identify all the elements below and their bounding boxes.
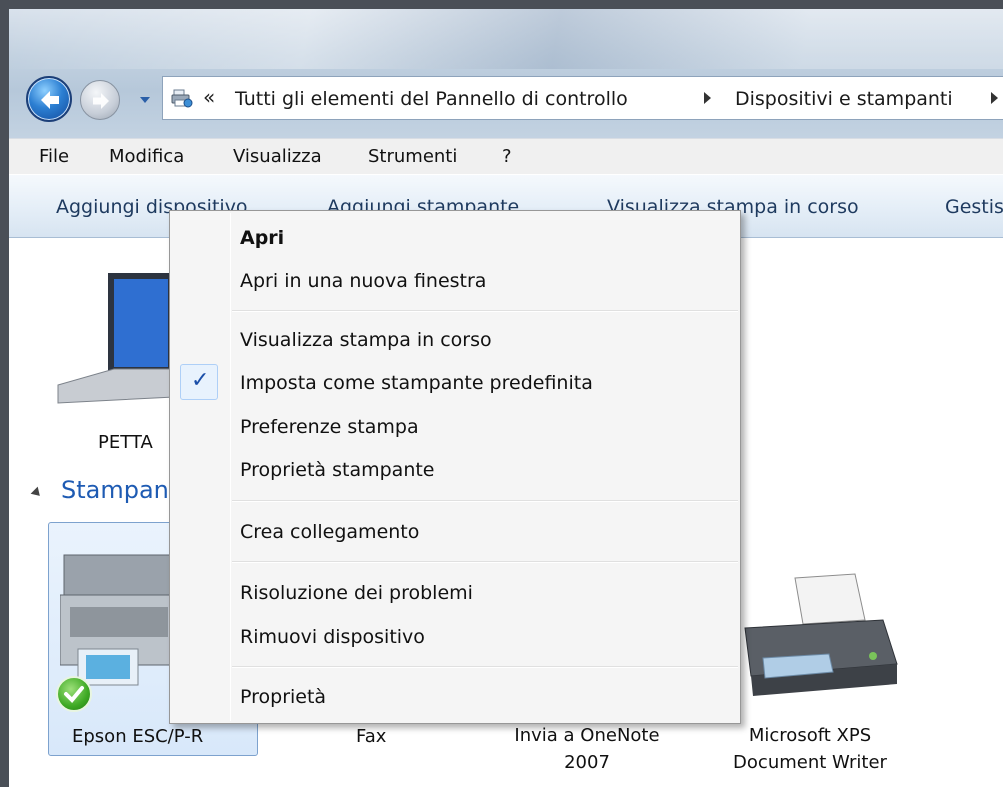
- menu-item-label: Proprietà: [240, 686, 327, 708]
- printer-label[interactable]: Microsoft XPS Document Writer: [717, 722, 903, 776]
- menu-item-label: Proprietà stampante: [240, 459, 435, 481]
- checkmark-icon: ✓: [180, 364, 218, 400]
- printers-group-title[interactable]: Stampanti: [61, 476, 185, 504]
- menu-separator: [232, 310, 738, 312]
- breadcrumb-devices-printers[interactable]: Dispositivi e stampanti: [735, 88, 953, 110]
- forward-arrow-icon: [93, 93, 109, 109]
- menu-separator: [232, 666, 738, 668]
- menu-item-label: Apri: [240, 227, 285, 249]
- menu-item-remove-device[interactable]: Rimuovi dispositivo: [172, 616, 738, 656]
- menu-item-label: Crea collegamento: [240, 521, 420, 543]
- printer-label[interactable]: Fax: [356, 726, 386, 747]
- menu-item-label: Imposta come stampante predefinita: [240, 372, 593, 394]
- default-printer-check-icon: [56, 676, 92, 712]
- control-panel-printer-icon: [171, 89, 193, 108]
- menu-strumenti[interactable]: Strumenti: [368, 146, 457, 167]
- laptop-icon[interactable]: [56, 265, 176, 405]
- forward-button[interactable]: [80, 80, 120, 120]
- breadcrumb-separator-icon[interactable]: [704, 92, 711, 104]
- menu-item-label: Risoluzione dei problemi: [240, 582, 473, 604]
- manage-button[interactable]: Gestisci: [945, 196, 1003, 218]
- breadcrumb-separator-icon[interactable]: [991, 92, 998, 104]
- printer-label: Epson ESC/P-R: [72, 726, 204, 747]
- address-bar[interactable]: « Tutti gli elementi del Pannello di con…: [162, 76, 1003, 120]
- menu-item-open[interactable]: Apri: [172, 217, 738, 257]
- menu-visualizza[interactable]: Visualizza: [233, 146, 322, 167]
- menu-item-label: Rimuovi dispositivo: [240, 626, 425, 648]
- menu-item-troubleshoot[interactable]: Risoluzione dei problemi: [172, 572, 738, 612]
- menu-separator: [232, 561, 738, 563]
- breadcrumb-control-panel[interactable]: Tutti gli elementi del Pannello di contr…: [235, 88, 628, 110]
- menu-item-see-print-queue[interactable]: Visualizza stampa in corso: [172, 319, 738, 359]
- menu-item-create-shortcut[interactable]: Crea collegamento: [172, 511, 738, 551]
- printer-label[interactable]: Invia a OneNote 2007: [498, 722, 676, 776]
- menu-file[interactable]: File: [39, 146, 69, 167]
- menu-item-properties[interactable]: Proprietà: [172, 676, 738, 716]
- menu-item-set-default-printer[interactable]: ✓ Imposta come stampante predefinita: [172, 362, 738, 402]
- back-button[interactable]: [26, 76, 72, 122]
- back-arrow-icon: [41, 91, 59, 109]
- menu-item-label: Visualizza stampa in corso: [240, 329, 492, 351]
- menu-modifica[interactable]: Modifica: [109, 146, 184, 167]
- printer-icon[interactable]: [733, 572, 903, 702]
- menu-item-label: Preferenze stampa: [240, 416, 419, 438]
- window-frame-top: [0, 0, 1003, 9]
- context-menu: Apri Apri in una nuova finestra Visualiz…: [169, 210, 741, 724]
- history-dropdown-icon[interactable]: [139, 95, 151, 105]
- menu-item-printing-preferences[interactable]: Preferenze stampa: [172, 406, 738, 446]
- menu-separator: [232, 500, 738, 502]
- menu-bar: File Modifica Visualizza Strumenti ?: [9, 138, 1003, 174]
- menu-item-open-new-window[interactable]: Apri in una nuova finestra: [172, 260, 738, 300]
- menu-help[interactable]: ?: [502, 146, 512, 167]
- menu-item-label: Apri in una nuova finestra: [240, 270, 487, 292]
- window-frame-left: [0, 0, 9, 787]
- address-overflow-chevron[interactable]: «: [203, 85, 215, 109]
- menu-item-printer-properties[interactable]: Proprietà stampante: [172, 449, 738, 489]
- device-label: PETTA: [98, 432, 153, 453]
